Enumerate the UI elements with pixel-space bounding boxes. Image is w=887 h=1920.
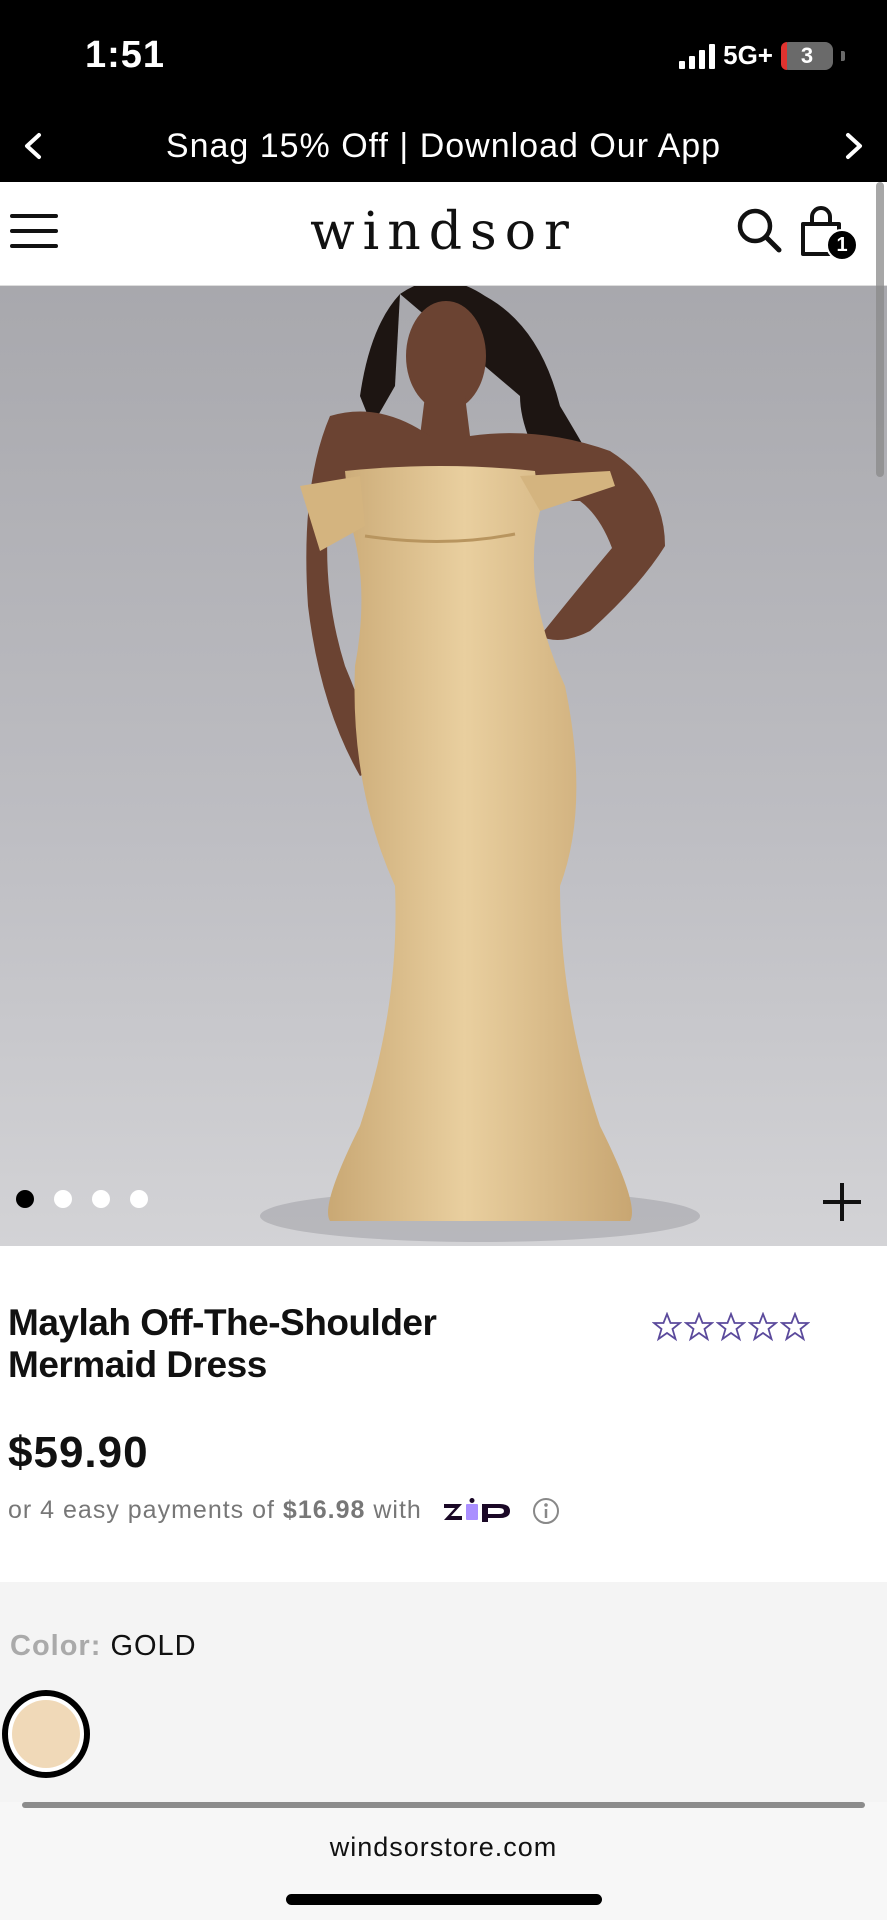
address-bar-url[interactable]: windsorstore.com bbox=[0, 1832, 887, 1863]
color-value: GOLD bbox=[110, 1630, 197, 1662]
info-icon[interactable] bbox=[532, 1497, 560, 1525]
color-swatch-gold[interactable] bbox=[2, 1690, 90, 1778]
zip-logo[interactable] bbox=[442, 1497, 514, 1524]
carousel-dots[interactable] bbox=[16, 1190, 148, 1208]
carousel-dot-2[interactable] bbox=[54, 1190, 72, 1208]
status-bar: 1:51 5G+ 3 bbox=[0, 0, 887, 110]
star-rating[interactable] bbox=[652, 1312, 810, 1342]
chevron-right-icon[interactable] bbox=[835, 128, 871, 164]
product-price: $59.90 bbox=[8, 1428, 149, 1478]
carousel-dot-3[interactable] bbox=[92, 1190, 110, 1208]
battery-tip bbox=[841, 50, 845, 61]
status-indicators: 5G+ 3 bbox=[679, 40, 845, 71]
installment-prefix: or 4 easy payments of bbox=[8, 1496, 275, 1524]
promo-text[interactable]: Snag 15% Off | Download Our App bbox=[166, 127, 721, 166]
product-image[interactable] bbox=[0, 286, 887, 1246]
star-icon bbox=[748, 1312, 778, 1342]
star-icon bbox=[716, 1312, 746, 1342]
battery-level: 3 bbox=[800, 42, 814, 68]
star-icon bbox=[652, 1312, 682, 1342]
battery-icon: 3 bbox=[781, 41, 833, 70]
carousel-dot-1[interactable] bbox=[16, 1190, 34, 1208]
home-indicator[interactable] bbox=[286, 1894, 602, 1905]
product-title: Maylah Off-The-Shoulder Mermaid Dress bbox=[8, 1302, 437, 1385]
search-icon[interactable] bbox=[735, 206, 783, 254]
price-currency: $ bbox=[8, 1428, 34, 1477]
horizontal-scrollbar[interactable] bbox=[22, 1802, 865, 1808]
installment-info: or 4 easy payments of $16.98 with bbox=[8, 1496, 560, 1525]
color-selector: Color: GOLD bbox=[0, 1582, 887, 1802]
network-type: 5G+ bbox=[723, 40, 773, 70]
page-scrollbar[interactable] bbox=[876, 182, 884, 477]
promo-banner[interactable]: Snag 15% Off | Download Our App bbox=[0, 110, 887, 182]
signal-icon bbox=[679, 43, 716, 69]
plus-icon[interactable] bbox=[820, 1180, 864, 1224]
carousel-dot-4[interactable] bbox=[130, 1190, 148, 1208]
site-header: windsor bbox=[0, 182, 887, 286]
dress-photo-illustration bbox=[260, 286, 700, 1242]
installment-amount: $16.98 bbox=[282, 1496, 366, 1524]
color-label: Color: GOLD bbox=[10, 1630, 197, 1663]
status-time: 1:51 bbox=[85, 34, 166, 76]
star-icon bbox=[684, 1312, 714, 1342]
installment-suffix: with bbox=[373, 1496, 422, 1524]
star-icon bbox=[780, 1312, 810, 1342]
chevron-left-icon[interactable] bbox=[16, 128, 52, 164]
cart-count-badge: 1 bbox=[826, 229, 858, 261]
color-label-key: Color: bbox=[10, 1630, 102, 1662]
price-value: 59.90 bbox=[33, 1428, 149, 1477]
browser-bar: windsorstore.com bbox=[0, 1802, 887, 1920]
